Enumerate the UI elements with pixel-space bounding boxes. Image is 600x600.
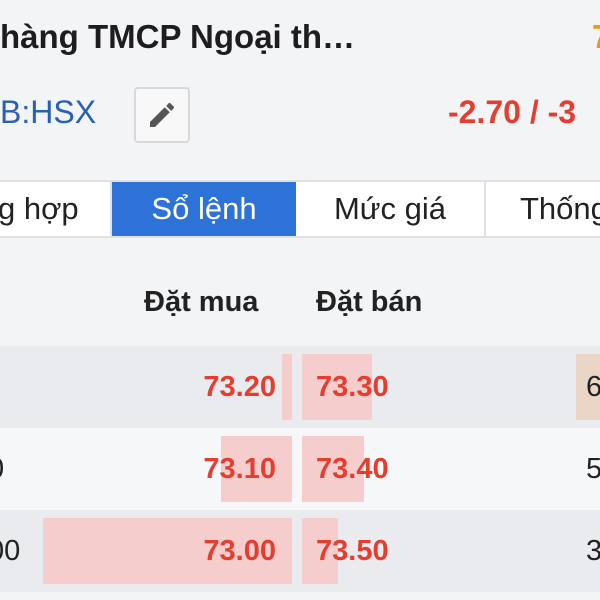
ask-volume: 3 [586,535,600,567]
bid-price[interactable]: 73.10 [203,428,276,510]
ticker-symbol[interactable]: B:HSX [0,94,96,131]
ask-price[interactable]: 73.30 [316,346,389,428]
tab-bar: g hợp Sổ lệnh Mức giá Thống [0,180,600,238]
ask-price[interactable]: 73.40 [316,428,389,510]
stock-title: hàng TMCP Ngoại th… [0,18,356,55]
tab-price-levels[interactable]: Mức giá [296,182,486,236]
tab-statistics[interactable]: Thống [486,182,600,236]
bid-price[interactable]: 73.20 [203,346,276,428]
orderbook-row: 73.20 73.30 6 [0,346,600,428]
tab-order-book[interactable]: Sổ lệnh [112,182,296,236]
tab-summary[interactable]: g hợp [0,182,112,236]
ask-volume: 6 [586,371,600,403]
bid-depth-bar [282,354,292,420]
edit-button[interactable] [134,87,190,143]
pencil-icon [146,99,178,131]
bid-price[interactable]: 73.00 [203,510,276,592]
orderbook-row: 00 73.00 73.50 3 [0,510,600,592]
ask-volume: 5 [586,453,600,485]
ask-price[interactable]: 73.50 [316,510,389,592]
ask-header: Đặt bán [316,286,423,318]
orderbook-row: 0 73.10 73.40 5 [0,428,600,510]
bid-header: Đặt mua [144,286,259,318]
bid-volume: 0 [0,428,4,510]
price-partial: 7 [592,18,600,56]
bid-volume: 00 [0,535,21,567]
price-change: -2.70 / -3 [448,94,577,130]
